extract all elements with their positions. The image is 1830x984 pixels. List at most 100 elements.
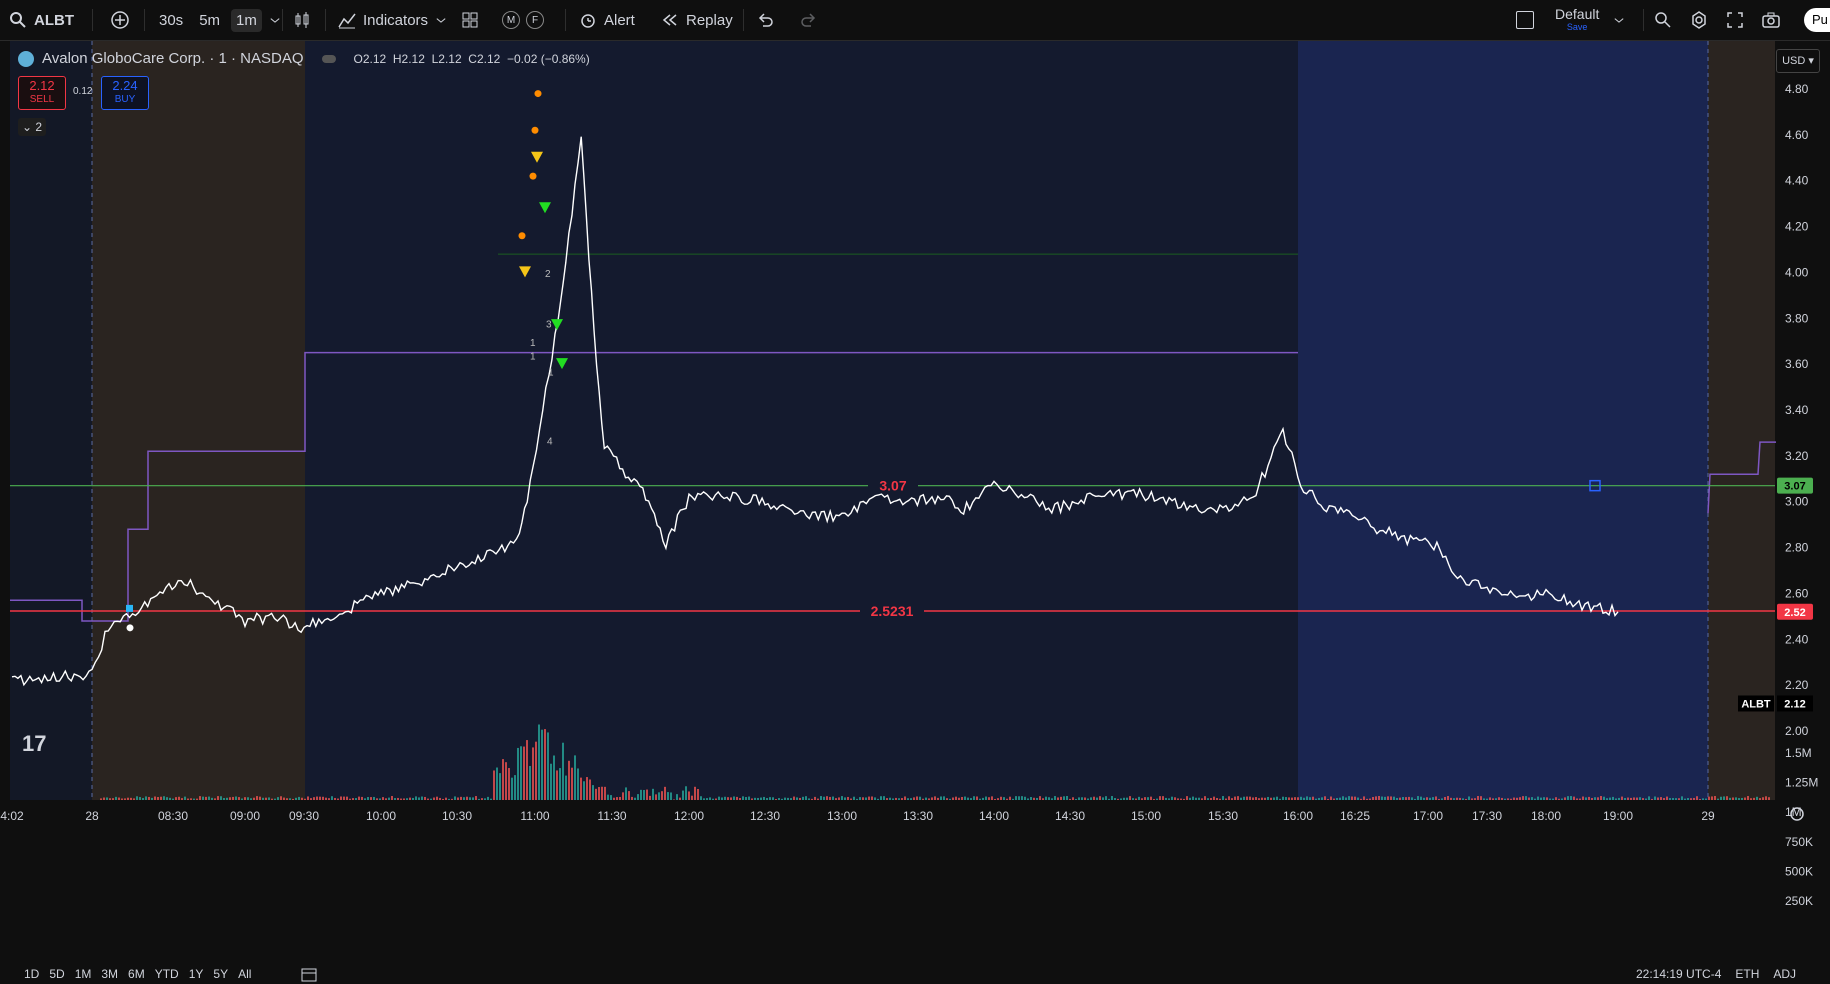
currency-selector[interactable]: USD ▾ (1776, 49, 1820, 73)
range-6m[interactable]: 6M (128, 967, 145, 981)
compare-button[interactable] (110, 0, 130, 40)
symbol-search[interactable]: ALBT (8, 0, 74, 40)
volume-bar (1498, 797, 1500, 800)
fullscreen-icon[interactable] (1725, 10, 1745, 30)
volume-bar (859, 797, 861, 800)
quick-search-icon[interactable] (1653, 10, 1673, 30)
volume-bar (1270, 798, 1272, 800)
volume-bar (379, 798, 381, 800)
ohlc-values: O2.12 H2.12 L2.12 C2.12 −0.02 (−0.86%) (354, 52, 590, 66)
volume-bar (478, 799, 480, 800)
volume-bar (283, 798, 285, 800)
indicators-button[interactable]: Indicators (337, 0, 448, 40)
volume-bar (865, 797, 867, 800)
replay-button[interactable]: Replay (660, 0, 733, 40)
layouts-button[interactable] (460, 0, 480, 40)
range-ytd[interactable]: YTD (155, 967, 179, 981)
signal-marker (126, 605, 133, 612)
volume-bar (1306, 796, 1308, 800)
volume-bar (721, 797, 723, 800)
next-premarket-background (1708, 41, 1775, 800)
volume-bar (1021, 796, 1023, 800)
volume-bar (247, 797, 249, 800)
range-buttons: 1D 5D 1M 3M 6M YTD 1Y 5Y All (24, 967, 251, 981)
volume-bar (907, 798, 909, 800)
alert-button[interactable]: Alert (578, 0, 635, 40)
interval-5m[interactable]: 5m (194, 9, 225, 32)
range-1m[interactable]: 1M (75, 967, 92, 981)
adj-toggle[interactable]: ADJ (1773, 967, 1796, 981)
volume-bar (238, 797, 240, 800)
volume-bar (565, 776, 567, 800)
clock[interactable]: 22:14:19 UTC-4 (1636, 967, 1721, 981)
volume-bar (1099, 796, 1101, 800)
volume-bar (898, 798, 900, 800)
volume-bar (250, 798, 252, 800)
camera-icon[interactable] (1761, 10, 1781, 30)
interval-1m[interactable]: 1m (231, 9, 262, 32)
volume-bar (1741, 798, 1743, 800)
range-5y[interactable]: 5Y (213, 967, 228, 981)
grid-icon (460, 10, 480, 30)
session-toggle[interactable]: ETH (1735, 967, 1759, 981)
m-button[interactable]: M (502, 11, 520, 29)
settings-icon[interactable] (1689, 10, 1709, 30)
volume-bar (544, 729, 546, 800)
volume-bar (1489, 797, 1491, 800)
range-all[interactable]: All (238, 967, 251, 981)
volume-bar (400, 799, 402, 800)
volume-bar (1318, 798, 1320, 800)
undo-icon[interactable] (755, 10, 775, 30)
range-1y[interactable]: 1Y (189, 967, 204, 981)
volume-bar (991, 796, 993, 800)
range-5d[interactable]: 5D (49, 967, 64, 981)
volume-bar (307, 796, 309, 800)
redo-icon[interactable] (799, 10, 819, 30)
signal-dot (530, 173, 537, 180)
f-button[interactable]: F (526, 11, 544, 29)
layout-checkbox[interactable] (1516, 11, 1534, 29)
price-chart[interactable]: 4.80 4.60 4.40 4.20 4.00 3.80 3.60 3.40 3.20 3.00… (0, 41, 1830, 965)
range-3m[interactable]: 3M (101, 967, 118, 981)
volume-bar (844, 797, 846, 800)
volume-bar (673, 799, 675, 800)
chart-area[interactable]: 4.80 4.60 4.40 4.20 4.00 3.80 3.60 3.40 3.20 3.00… (0, 41, 1830, 984)
eye-icon[interactable] (322, 55, 336, 63)
symbol-title[interactable]: Avalon GloboCare Corp. · 1 · NASDAQ (42, 50, 304, 67)
level-label-red: 2.5231 (871, 603, 914, 619)
x-tick-label: 14:30 (1055, 809, 1085, 823)
layout-name[interactable]: Default Save (1555, 6, 1599, 32)
chart-type-button[interactable] (292, 0, 312, 40)
low-value: 2.12 (438, 52, 461, 66)
volume-bar (1447, 796, 1449, 800)
signal-dot (535, 90, 542, 97)
range-1d[interactable]: 1D (24, 967, 39, 981)
volume-tick-label: 250K (1785, 894, 1813, 908)
chevron-down-icon[interactable] (268, 10, 282, 30)
volume-bar (1708, 797, 1710, 800)
calendar-icon[interactable] (300, 966, 318, 982)
volume-bar (1138, 797, 1140, 800)
interval-30s[interactable]: 30s (154, 9, 188, 32)
publish-button[interactable]: Pu (1804, 8, 1830, 32)
volume-bar (922, 799, 924, 800)
volume-bar (910, 798, 912, 800)
buy-button[interactable]: 2.24 BUY (101, 76, 149, 110)
volume-bar (1168, 798, 1170, 800)
volume-bar (1606, 798, 1608, 800)
volume-bar (925, 798, 927, 800)
volume-bar (784, 798, 786, 800)
volume-bar (190, 798, 192, 800)
volume-bar (1267, 797, 1269, 800)
x-tick-label: 13:30 (903, 809, 933, 823)
chevron-down-icon[interactable] (1612, 10, 1626, 30)
volume-bar (493, 770, 495, 800)
sell-button[interactable]: 2.12 SELL (18, 76, 66, 110)
collapse-legend-button[interactable]: ⌄ 2 (18, 118, 46, 136)
volume-bar (1057, 797, 1059, 800)
volume-bar (1495, 798, 1497, 800)
volume-bar (532, 747, 534, 800)
volume-bar (1030, 797, 1032, 800)
volume-bar (1441, 798, 1443, 800)
volume-bar (1621, 797, 1623, 800)
